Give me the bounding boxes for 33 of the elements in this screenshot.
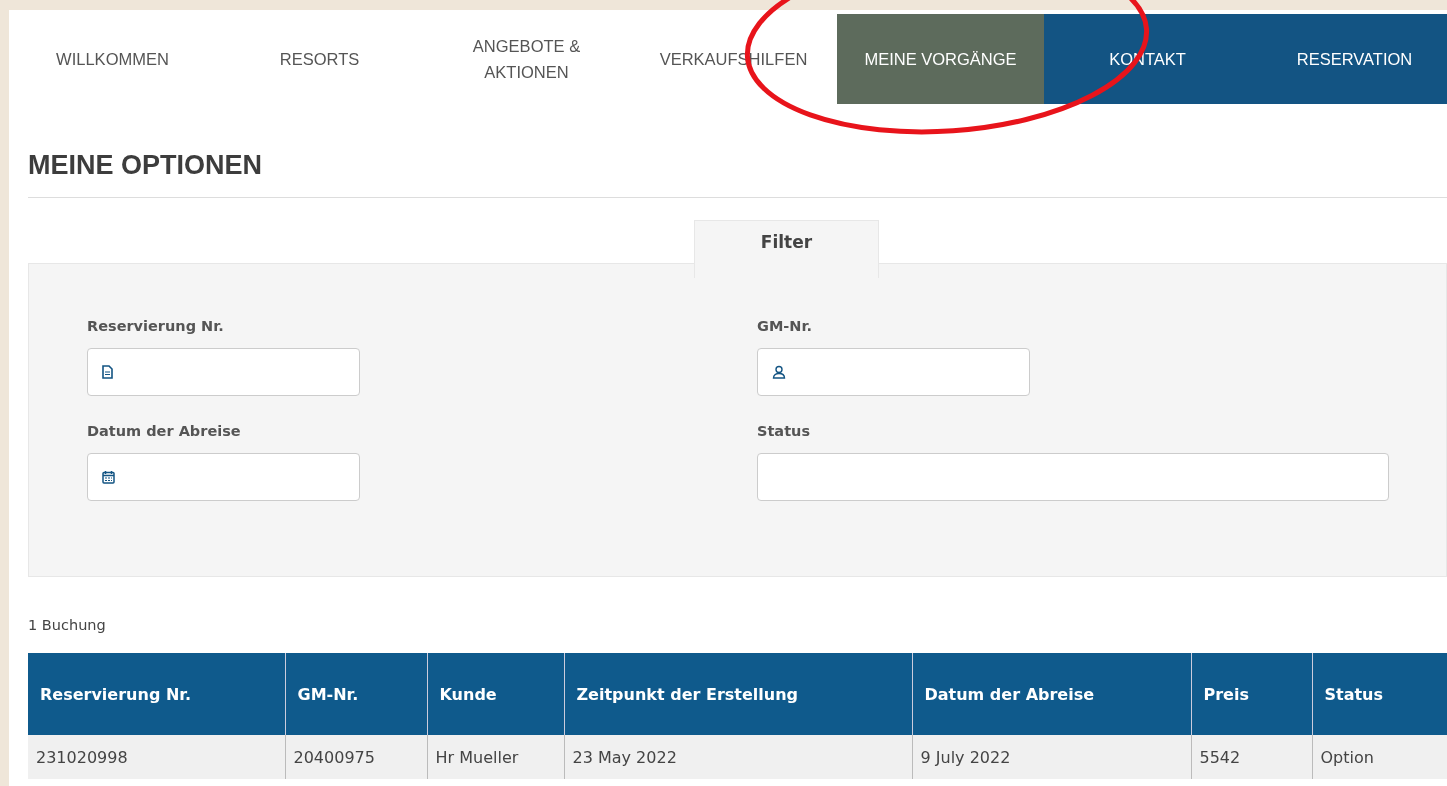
table-cell: Option bbox=[1312, 735, 1447, 779]
column-header: Kunde bbox=[427, 653, 564, 735]
document-icon bbox=[102, 365, 113, 379]
field-label: Datum der Abreise bbox=[87, 423, 242, 439]
nav-item[interactable]: MEINE VORGÄNGE bbox=[837, 14, 1044, 104]
field-label: GM-Nr. bbox=[757, 318, 814, 334]
table-cell: 9 July 2022 bbox=[912, 735, 1191, 779]
column-header: Status bbox=[1312, 653, 1447, 735]
page-title: MEINE OPTIONEN bbox=[28, 104, 1447, 198]
table-cell: Hr Mueller bbox=[427, 735, 564, 779]
column-header: Preis bbox=[1191, 653, 1312, 735]
calendar-icon bbox=[102, 470, 115, 484]
column-header: Zeitpunkt der Erstellung bbox=[564, 653, 912, 735]
nav-item[interactable]: RESERVATION bbox=[1251, 14, 1447, 104]
filter-tab[interactable]: Filter bbox=[694, 220, 879, 278]
result-count: 1 Buchung bbox=[28, 616, 107, 635]
column-header: Reservierung Nr. bbox=[28, 653, 285, 735]
field-label: Reservierung Nr. bbox=[87, 318, 225, 334]
table-cell: 5542 bbox=[1191, 735, 1312, 779]
nav-item[interactable]: WILLKOMMEN bbox=[9, 14, 216, 104]
table-cell: 20400975 bbox=[285, 735, 427, 779]
nav-item[interactable]: ANGEBOTE & AKTIONEN bbox=[423, 14, 630, 104]
table-cell: 231020998 bbox=[28, 735, 285, 779]
user-icon bbox=[772, 365, 786, 379]
field-label: Status bbox=[757, 423, 812, 439]
input-field[interactable] bbox=[87, 453, 360, 501]
nav-item[interactable]: RESORTS bbox=[216, 14, 423, 104]
input-field[interactable] bbox=[757, 348, 1030, 396]
table-cell: 23 May 2022 bbox=[564, 735, 912, 779]
column-header: Datum der Abreise bbox=[912, 653, 1191, 735]
column-header: GM-Nr. bbox=[285, 653, 427, 735]
input-field[interactable] bbox=[87, 348, 360, 396]
status-select[interactable] bbox=[757, 453, 1389, 501]
